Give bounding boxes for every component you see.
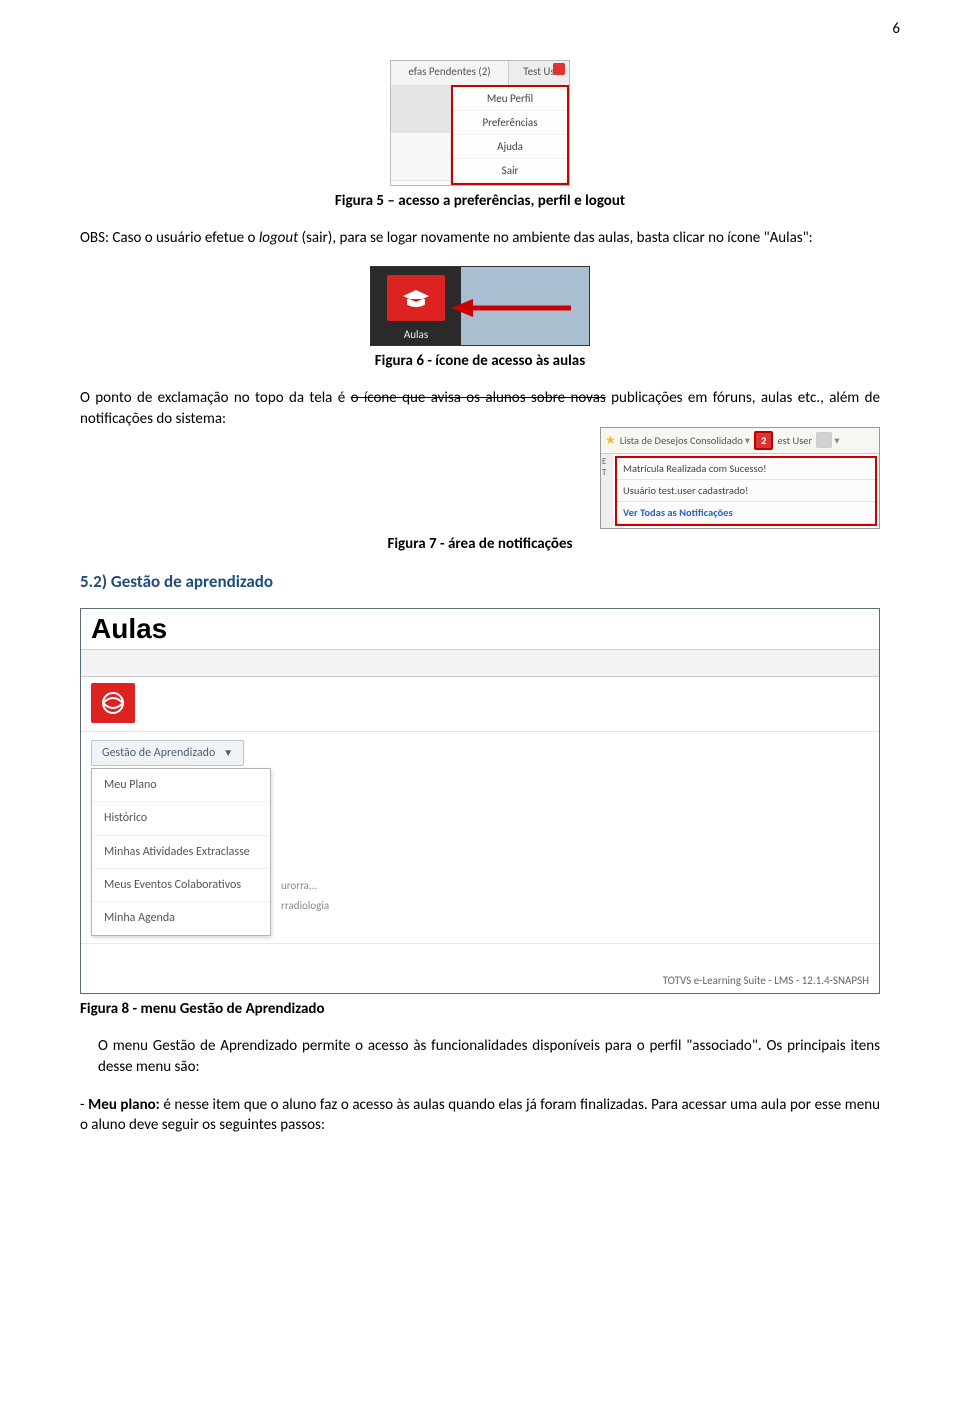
star-icon: ★ [605,433,616,448]
red-arrow-annotation-icon [451,295,581,321]
notification-item[interactable]: Matrícula Realizada com Sucesso! [617,458,875,480]
chevron-down-icon: ▾ [745,434,750,447]
paragraph-obs-logout: OBS: Caso o usuário efetue o logout (sai… [80,228,880,248]
bullet-meu-plano: - Meu plano: é nesse item que o aluno fa… [80,1095,880,1136]
gestao-aprendizado-dropdown[interactable]: Gestão de Aprendizado ▼ [91,740,244,766]
menu-item-atividades-extraclasse[interactable]: Minhas Atividades Extraclasse [92,835,270,868]
view-all-notifications-link[interactable]: Ver Todas as Notificações [617,502,875,524]
profile-dropdown-menu: Meu Perfil Preferências Ajuda Sair [451,85,569,185]
lms-version-footer: TOTVS e-Learning Suite - LMS - 12.1.4-SN… [81,943,879,993]
figure-5-screenshot: efas Pendentes (2) Test Us Meu Perfil Pr… [390,60,570,186]
aulas-label: Aulas [404,328,428,341]
graduation-cap-icon [401,288,431,308]
chevron-down-icon: ▾ [834,434,839,447]
wishlist-label[interactable]: Lista de Desejos Consolidado [620,434,743,447]
figure-7-caption: Figura 7 - área de notificações [80,535,880,553]
avatar-icon [816,432,832,448]
page-number: 6 [892,20,900,38]
aulas-icon-tile[interactable] [387,275,445,321]
cropped-side-text: E T [601,454,613,528]
menu-item-meu-plano[interactable]: Meu Plano [92,769,270,801]
notification-item[interactable]: Usuário test.user cadastrado! [617,480,875,502]
section-heading-5-2: 5.2) Gestão de aprendizado [80,571,880,592]
user-name-fragment: Test Us [523,65,555,78]
notification-count-badge[interactable]: 2 [754,431,773,450]
menu-item-historico[interactable]: Histórico [92,801,270,834]
aulas-page-title: Aulas [81,609,879,649]
user-chip[interactable]: Test Us [509,61,569,85]
menu-item-sair[interactable]: Sair [453,159,567,183]
menu-item-preferencias[interactable]: Preferências [453,111,567,135]
pending-tasks-label: efas Pendentes (2) [391,61,509,85]
figure-8-caption: Figura 8 - menu Gestão de Aprendizado [80,1000,880,1018]
menu-item-meu-perfil[interactable]: Meu Perfil [453,87,567,111]
spr-logo-icon [91,683,135,723]
user-name-fragment-2: est User [777,434,812,447]
menu-item-eventos-colaborativos[interactable]: Meus Eventos Colaborativos [92,868,270,901]
notifications-panel: Matrícula Realizada com Sucesso! Usuário… [615,456,877,526]
chevron-down-icon: ▼ [223,746,233,759]
obscured-text-2: rradiologia [281,896,879,916]
notification-badge-icon [553,63,565,75]
menu-item-minha-agenda[interactable]: Minha Agenda [92,901,270,934]
dropdown-label: Gestão de Aprendizado [102,746,215,760]
menu-item-ajuda[interactable]: Ajuda [453,135,567,159]
figure-5-caption: Figura 5 – acesso a preferências, perfil… [80,192,880,210]
paragraph-exclamacao: O ponto de exclamação no topo da tela é … [80,388,880,429]
figure-7-screenshot: ★ Lista de Desejos Consolidado ▾ 2 est U… [600,427,880,529]
figure-6-screenshot: Aulas [370,266,590,346]
paragraph-menu-gestao: O menu Gestão de Aprendizado permite o a… [98,1036,880,1077]
obscured-text-1: urorra... [281,876,879,896]
figure-8-screenshot: Aulas Gestão de Aprendizado ▼ Meu Plano … [80,608,880,995]
gestao-aprendizado-menu: Meu Plano Histórico Minhas Atividades Ex… [91,768,271,936]
figure-6-caption: Figura 6 - ícone de acesso às aulas [80,352,880,370]
